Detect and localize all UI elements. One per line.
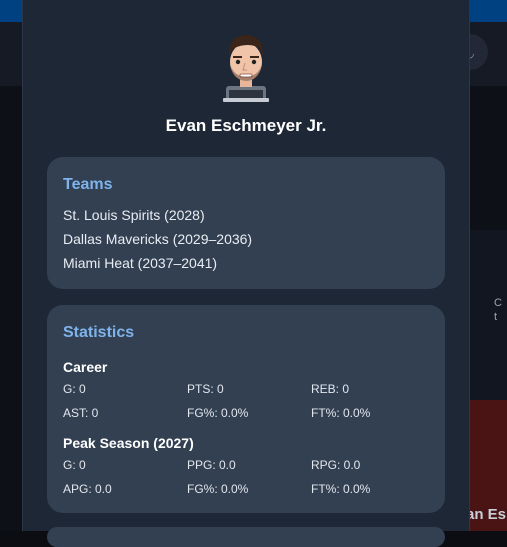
teams-title: Teams [63,176,113,193]
peak-stat: PPG: 0.0 [187,458,236,472]
career-stat: FT%: 0.0% [311,406,371,420]
player-name: Evan Eschmeyer Jr. [165,116,327,135]
background-player-name: an Es [466,506,507,523]
peak-season-title: Peak Season (2027) [63,435,194,451]
player-detail-modal: Evan Eschmeyer Jr. Teams St. Louis Spiri… [22,0,470,547]
player-avatar-icon [223,35,269,102]
career-stat: PTS: 0 [187,382,224,396]
peak-stat: FG%: 0.0% [187,482,249,496]
teams-card: Teams St. Louis Spirits (2028) Dallas Ma… [47,157,445,289]
career-stat: G: 0 [63,382,86,396]
team-item: St. Louis Spirits (2028) [63,207,205,223]
career-stat: REB: 0 [311,382,350,396]
peak-stat: APG: 0.0 [63,482,112,496]
peak-stat: RPG: 0.0 [311,458,361,472]
statistics-title: Statistics [63,324,135,341]
peak-stat: FT%: 0.0% [311,482,371,496]
background-card-text: Ct [494,297,502,323]
career-stat: FG%: 0.0% [187,406,249,420]
team-item: Miami Heat (2037–2041) [63,255,218,271]
team-item: Dallas Mavericks (2029–2036) [63,231,253,247]
career-stat: AST: 0 [63,406,99,420]
next-card [47,527,445,547]
peak-stat: G: 0 [63,458,86,472]
statistics-card: Statistics Career G: 0 PTS: 0 REB: 0 AST… [47,305,445,513]
career-title: Career [63,359,108,375]
